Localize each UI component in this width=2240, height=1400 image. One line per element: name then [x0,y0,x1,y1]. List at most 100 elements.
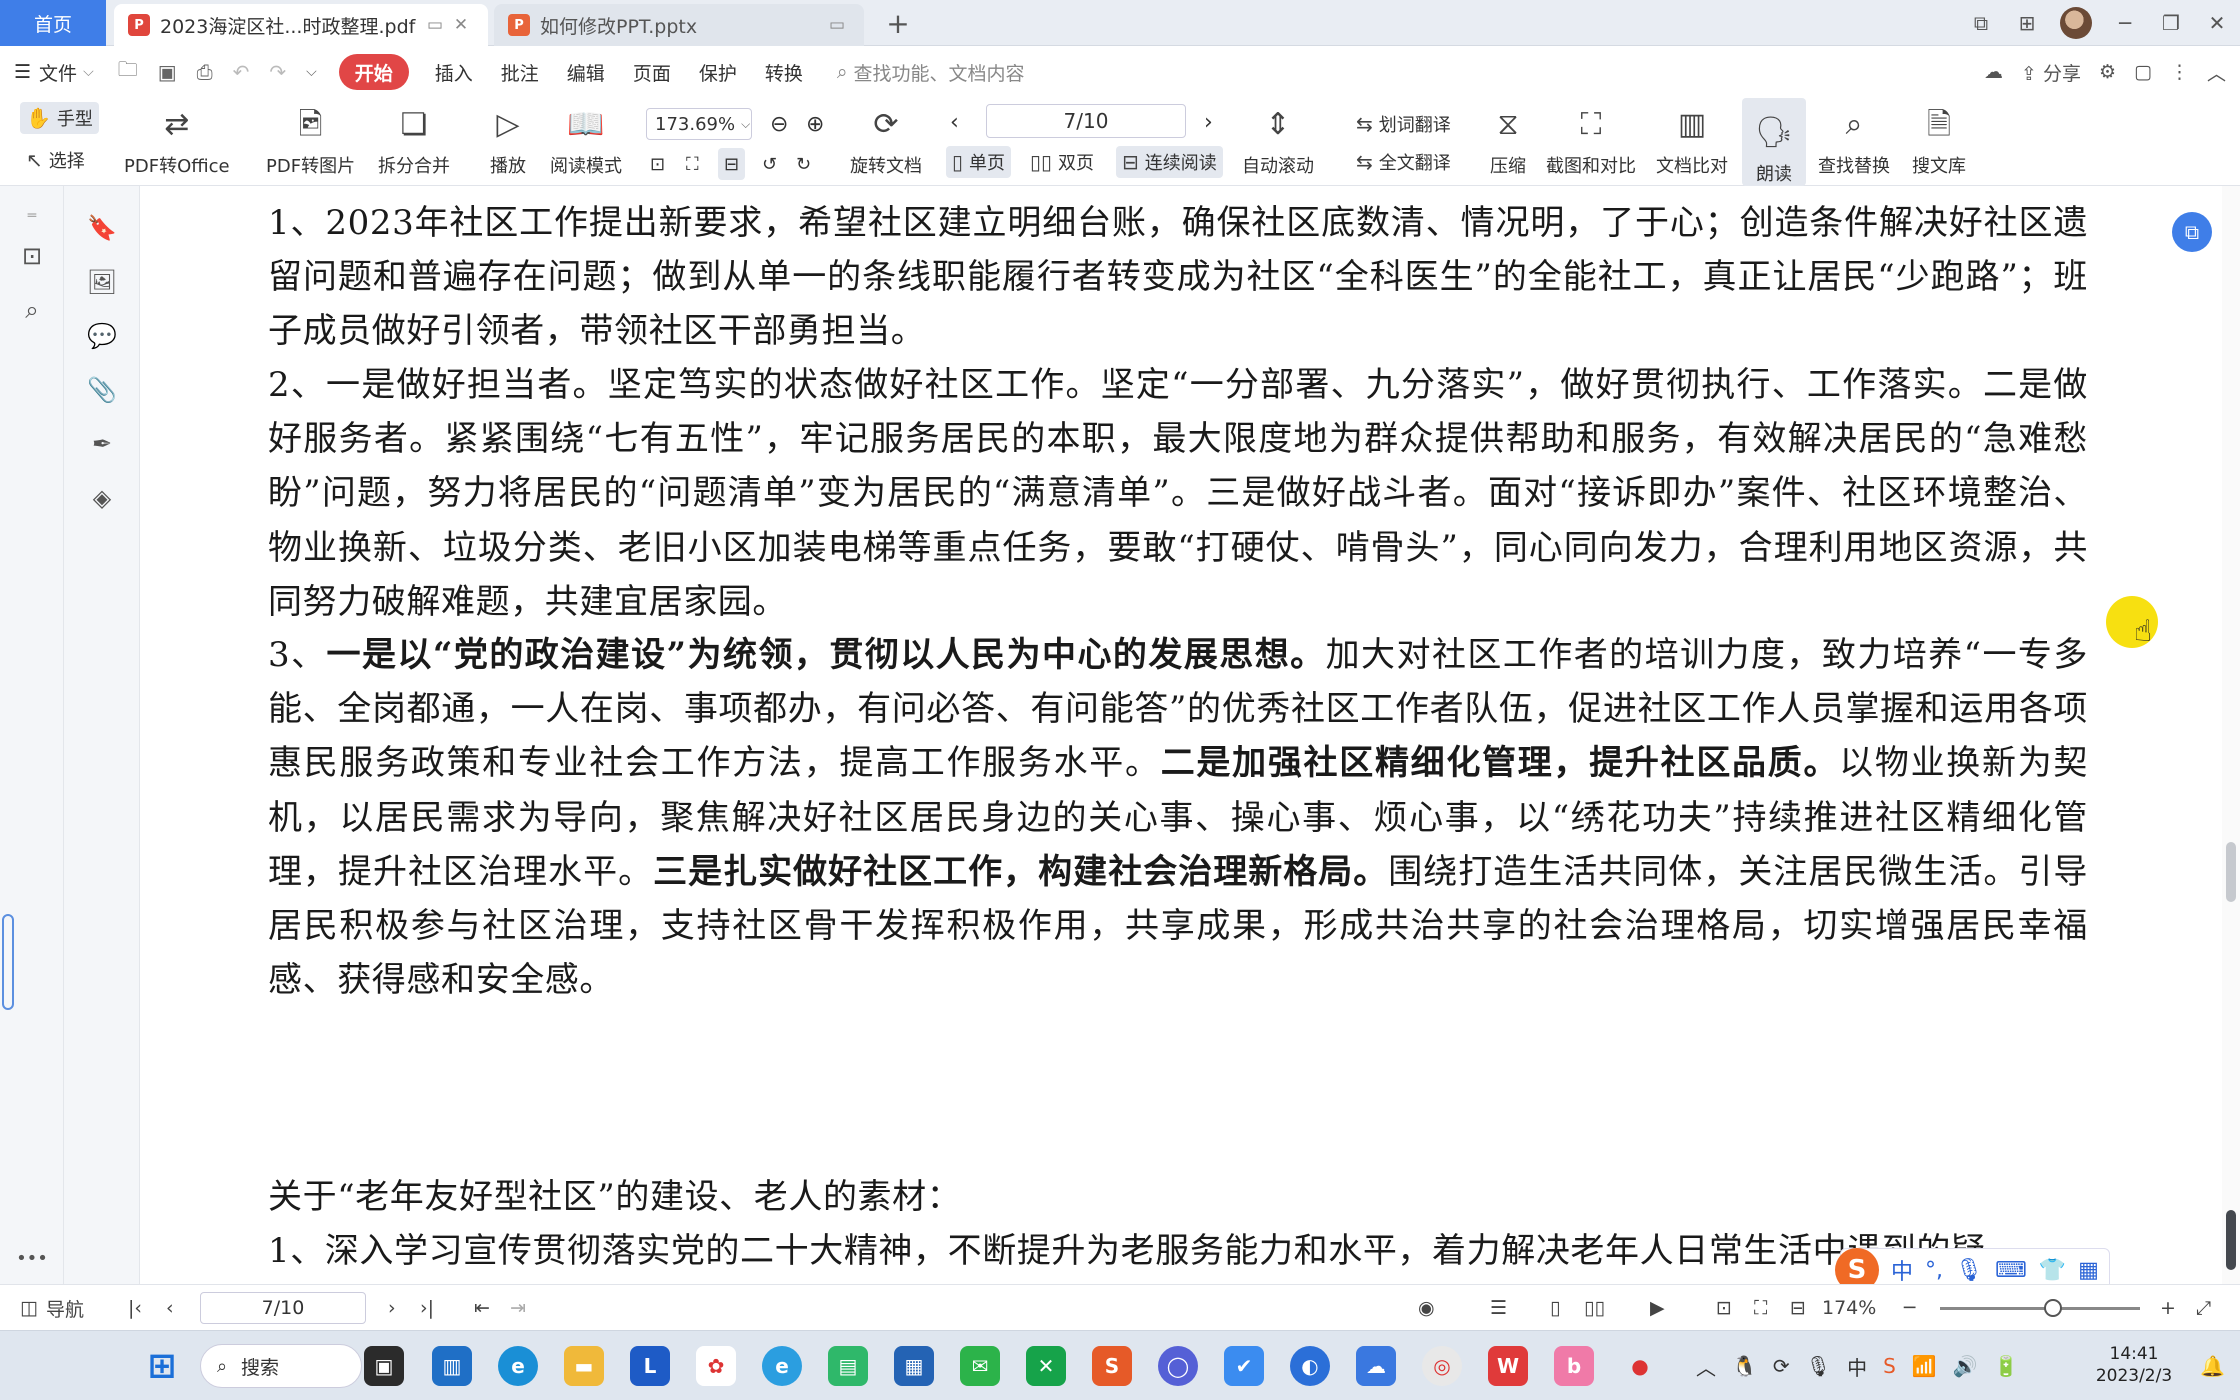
tab-convert[interactable]: 转换 [751,54,817,90]
share-button[interactable]: ⇪ 分享 [2021,59,2081,86]
panel-resize-handle[interactable] [2,914,14,1010]
tab-pin-icon[interactable]: ▭ [824,15,850,35]
tab-start[interactable]: 开始 [338,54,409,90]
zoom-slider[interactable] [1940,1299,2140,1317]
zoom-slider-knob[interactable] [2044,1299,2062,1317]
tab-close-icon[interactable]: ✕ [448,15,474,35]
app-l-icon[interactable]: L [630,1346,670,1386]
next-page-icon[interactable]: › [1204,106,1213,138]
forward-view-icon[interactable]: ⇥ [510,1285,526,1331]
user-avatar[interactable] [2060,7,2092,39]
floating-translate-icon[interactable]: ⧉ [2172,212,2212,252]
notification-bell-icon[interactable]: 🔔 [2200,1331,2225,1400]
status-zoom[interactable]: 174% [1822,1285,1876,1331]
rotate-document-button[interactable]: ⟳ 旋转文档 [850,98,922,186]
back-view-icon[interactable]: ⇤ [474,1285,490,1331]
file-menu[interactable]: ☰ 文件 ⌵ [0,54,108,90]
layers-icon[interactable]: ◈ [82,478,122,518]
more-options-icon[interactable]: ••• [12,1238,52,1278]
split-merge-button[interactable]: ❏ 拆分合并 [378,98,450,186]
fit-page-icon[interactable]: ⛶ [686,148,699,180]
wechat-icon[interactable]: ✉ [960,1346,1000,1386]
single-view-icon[interactable]: ▯ [1550,1285,1560,1331]
read-mode-button[interactable]: 📖 阅读模式 [550,98,622,186]
sync-icon[interactable]: ⟳ [1773,1354,1790,1378]
image-panel-icon[interactable]: 🖼 [82,262,122,302]
message-icon[interactable]: ▢ [2134,61,2152,83]
fit-page-status-icon[interactable]: ⛶ [1754,1285,1767,1331]
navigation-toggle[interactable]: ◫ 导航 [20,1285,84,1331]
fit-width-icon[interactable]: ⊟ [718,148,746,180]
scrollbar-thumb-secondary[interactable] [2226,1210,2236,1270]
zoom-in-icon[interactable]: ⊕ [806,108,824,140]
tab-page[interactable]: 页面 [619,54,685,90]
file-explorer-icon[interactable]: ▬ [564,1346,604,1386]
widgets-icon[interactable]: ▥ [432,1346,472,1386]
eye-protection-icon[interactable]: ◉ [1418,1285,1435,1331]
thumbnail-view-icon[interactable]: ⊡ [12,236,52,276]
restore-button[interactable]: ❐ [2148,0,2194,46]
layout-icon[interactable]: ⧉ [1958,0,2004,46]
rotate-right-icon[interactable]: ↻ [796,148,811,180]
actual-size-icon[interactable]: ⊡ [650,148,665,180]
prev-page-icon[interactable]: ‹ [166,1285,174,1331]
open-folder-icon[interactable]: 🗀 [108,55,148,89]
keyboard-icon[interactable]: ⌨ [1995,1258,2027,1283]
battery-icon[interactable]: 🔋 [1994,1354,2019,1378]
find-replace-button[interactable]: ⌕ 查找替换 [1818,98,1890,186]
full-translate-button[interactable]: ⇆ 全文翻译 [1356,146,1451,178]
zoom-in-status-icon[interactable]: + [2160,1285,2176,1331]
tab-pin-icon[interactable]: ▭ [422,15,448,35]
zoom-out-icon[interactable]: ⊖ [770,108,788,140]
more-icon[interactable]: ⋮ [2170,61,2189,83]
continuous-read-button[interactable]: ⊟ 连续阅读 [1116,146,1223,178]
ie-browser-icon[interactable]: e [762,1346,802,1386]
new-tab-button[interactable]: + [878,4,918,42]
ime-tray-icon[interactable]: 中 [1847,1352,1867,1381]
collapse-ribbon-icon[interactable]: ︿ [2207,59,2226,86]
pdf-to-office-button[interactable]: ⇄ PDF转Office [124,98,230,186]
slideshow-icon[interactable]: ▶ [1650,1285,1665,1331]
feature-search[interactable]: ⌕ 查找功能、文档内容 [837,59,1025,86]
word-translate-button[interactable]: ⇆ 划词翻译 [1356,108,1451,140]
app-blue-round-icon[interactable]: ◐ [1290,1346,1330,1386]
read-aloud-button[interactable]: 🗣 朗读 [1742,98,1806,186]
sogou-tray-icon[interactable]: S [1883,1354,1896,1378]
windows-start-icon[interactable]: ⊞ [142,1346,182,1386]
zoom-out-status-icon[interactable]: ─ [1904,1285,1915,1331]
page-number-input[interactable]: 7/10 [986,104,1186,138]
attachment-icon[interactable]: 📎 [82,370,122,410]
actual-size-status-icon[interactable]: ⊡ [1716,1285,1732,1331]
xbox-icon[interactable]: ✕ [1026,1346,1066,1386]
tab-pdf-document[interactable]: P 2023海淀区社...时政整理.pdf ▭ ✕ [114,4,488,46]
auto-scroll-button[interactable]: ⇕ 自动滚动 [1242,98,1314,186]
tab-edit[interactable]: 编辑 [553,54,619,90]
scrollbar-thumb[interactable] [2226,842,2236,902]
taskbar-clock[interactable]: 14:41 2023/2/3 [2084,1343,2184,1387]
close-button[interactable]: ✕ [2194,0,2240,46]
apps-grid-icon[interactable]: ⊞ [2004,0,2050,46]
ocr-search-icon[interactable]: ⌕ [12,290,52,330]
app-circle-icon[interactable]: ◯ [1158,1346,1198,1386]
next-page-icon[interactable]: › [388,1285,396,1331]
recording-icon[interactable]: ● [1620,1346,1660,1386]
edge-browser-icon[interactable]: e [498,1346,538,1386]
toolbox-icon[interactable]: ▦ [2078,1258,2099,1283]
bookmark-icon[interactable]: 🔖 [82,208,122,248]
cloud-app-icon[interactable]: ☁ [1356,1346,1396,1386]
settings-icon[interactable]: ⚙ [2099,61,2116,83]
print-icon[interactable]: ⎙ [187,60,223,84]
app-s-icon[interactable]: S [1092,1346,1132,1386]
chrome-icon[interactable]: ◎ [1422,1346,1462,1386]
redo-icon[interactable]: ↷ [259,60,296,84]
pdf-to-image-button[interactable]: 🖻 PDF转图片 [266,98,355,186]
fit-width-status-icon[interactable]: ⊟ [1790,1285,1806,1331]
first-page-icon[interactable]: |‹ [128,1285,142,1331]
undo-icon[interactable]: ↶ [223,60,260,84]
last-page-icon[interactable]: ›| [420,1285,434,1331]
mic-tray-icon[interactable]: 🎙 [1806,1354,1831,1378]
tab-insert[interactable]: 插入 [421,54,487,90]
status-page-input[interactable]: 7/10 [200,1292,366,1324]
home-tab[interactable]: 首页 [0,0,106,46]
screenshot-compare-button[interactable]: ⛶ 截图和对比 [1546,98,1636,186]
